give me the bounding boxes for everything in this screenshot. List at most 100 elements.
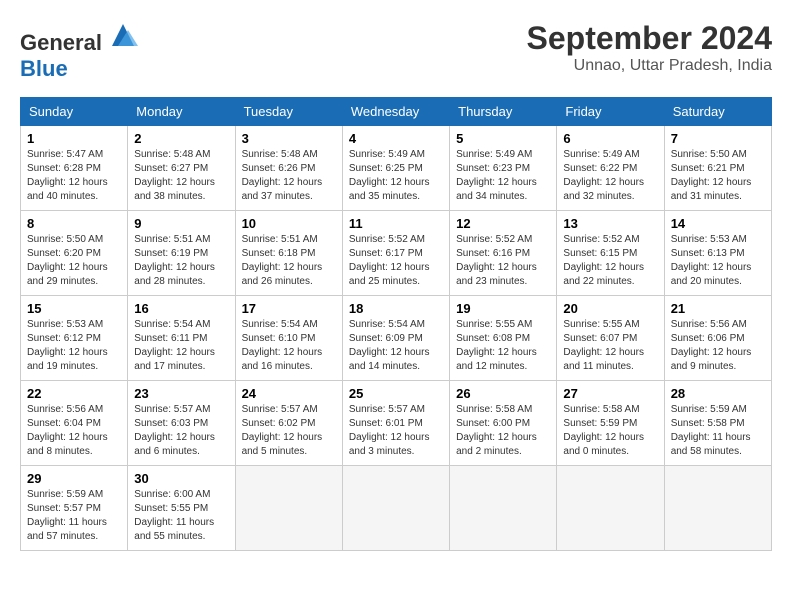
table-row xyxy=(450,466,557,551)
day-info: Sunrise: 5:59 AMSunset: 5:57 PMDaylight:… xyxy=(27,488,121,544)
table-row: 6Sunrise: 5:49 AMSunset: 6:22 PMDaylight… xyxy=(557,126,664,211)
table-row: 23Sunrise: 5:57 AMSunset: 6:03 PMDayligh… xyxy=(128,381,235,466)
table-row: 20Sunrise: 5:55 AMSunset: 6:07 PMDayligh… xyxy=(557,296,664,381)
day-number: 30 xyxy=(134,471,228,486)
day-number: 22 xyxy=(27,386,121,401)
day-number: 25 xyxy=(349,386,443,401)
day-info: Sunrise: 5:50 AMSunset: 6:20 PMDaylight:… xyxy=(27,233,121,289)
logo-blue: Blue xyxy=(20,56,68,81)
day-info: Sunrise: 5:58 AMSunset: 6:00 PMDaylight:… xyxy=(456,403,550,459)
day-info: Sunrise: 5:56 AMSunset: 6:06 PMDaylight:… xyxy=(671,318,765,374)
day-number: 28 xyxy=(671,386,765,401)
logo-icon xyxy=(108,20,138,50)
col-saturday: Saturday xyxy=(664,98,771,126)
calendar-table: Sunday Monday Tuesday Wednesday Thursday… xyxy=(20,97,772,551)
table-row: 25 Sunrise: 5:57 AMSunset: 6:01 PMDayligh… xyxy=(342,381,449,466)
day-info: Sunrise: 5:47 AMSunset: 6:28 PMDaylight:… xyxy=(27,148,121,204)
day-info: Sunrise: 5:53 AMSunset: 6:13 PMDaylight:… xyxy=(671,233,765,289)
table-row xyxy=(342,466,449,551)
day-number: 10 xyxy=(242,216,336,231)
day-info: Sunrise: 5:53 AMSunset: 6:12 PMDaylight:… xyxy=(27,318,121,374)
table-row: 29 Sunrise: 5:59 AMSunset: 5:57 PMDayligh… xyxy=(21,466,128,551)
table-row: 16 Sunrise: 5:54 AMSunset: 6:11 PMDayligh… xyxy=(128,296,235,381)
location-subtitle: Unnao, Uttar Pradesh, India xyxy=(527,57,772,75)
table-row: 22Sunrise: 5:56 AMSunset: 6:04 PMDayligh… xyxy=(21,381,128,466)
day-number: 24 xyxy=(242,386,336,401)
day-info: Sunrise: 5:52 AMSunset: 6:16 PMDaylight:… xyxy=(456,233,550,289)
table-row: 21 Sunrise: 5:56 AMSunset: 6:06 PMDayligh… xyxy=(664,296,771,381)
day-info: Sunrise: 5:54 AMSunset: 6:10 PMDaylight:… xyxy=(242,318,336,374)
calendar-week-row: 15 Sunrise: 5:53 AMSunset: 6:12 PMDayligh… xyxy=(21,296,772,381)
day-info: Sunrise: 5:50 AMSunset: 6:21 PMDaylight:… xyxy=(671,148,765,204)
logo-general: General xyxy=(20,30,102,55)
day-number: 12 xyxy=(456,216,550,231)
table-row: 7 Sunrise: 5:50 AMSunset: 6:21 PMDaylight… xyxy=(664,126,771,211)
day-info: Sunrise: 5:48 AMSunset: 6:26 PMDaylight:… xyxy=(242,148,336,204)
day-info: Sunrise: 5:51 AMSunset: 6:19 PMDaylight:… xyxy=(134,233,228,289)
day-number: 11 xyxy=(349,216,443,231)
table-row xyxy=(664,466,771,551)
day-number: 21 xyxy=(671,301,765,316)
day-number: 6 xyxy=(563,131,657,146)
day-info: Sunrise: 5:49 AMSunset: 6:25 PMDaylight:… xyxy=(349,148,443,204)
day-info: Sunrise: 5:52 AMSunset: 6:15 PMDaylight:… xyxy=(563,233,657,289)
day-number: 27 xyxy=(563,386,657,401)
day-number: 18 xyxy=(349,301,443,316)
day-info: Sunrise: 5:58 AMSunset: 5:59 PMDaylight:… xyxy=(563,403,657,459)
table-row: 2Sunrise: 5:48 AMSunset: 6:27 PMDaylight… xyxy=(128,126,235,211)
day-info: Sunrise: 5:54 AMSunset: 6:09 PMDaylight:… xyxy=(349,318,443,374)
day-number: 4 xyxy=(349,131,443,146)
calendar-week-row: 29 Sunrise: 5:59 AMSunset: 5:57 PMDayligh… xyxy=(21,466,772,551)
table-row: 8 Sunrise: 5:50 AMSunset: 6:20 PMDaylight… xyxy=(21,211,128,296)
day-info: Sunrise: 5:49 AMSunset: 6:23 PMDaylight:… xyxy=(456,148,550,204)
table-row xyxy=(557,466,664,551)
col-monday: Monday xyxy=(128,98,235,126)
day-info: Sunrise: 5:54 AMSunset: 6:11 PMDaylight:… xyxy=(134,318,228,374)
table-row: 9 Sunrise: 5:51 AMSunset: 6:19 PMDaylight… xyxy=(128,211,235,296)
table-row: 13 Sunrise: 5:52 AMSunset: 6:15 PMDayligh… xyxy=(557,211,664,296)
table-row: 1Sunrise: 5:47 AMSunset: 6:28 PMDaylight… xyxy=(21,126,128,211)
month-year-title: September 2024 xyxy=(527,20,772,57)
col-tuesday: Tuesday xyxy=(235,98,342,126)
calendar-week-row: 22Sunrise: 5:56 AMSunset: 6:04 PMDayligh… xyxy=(21,381,772,466)
table-row: 24 Sunrise: 5:57 AMSunset: 6:02 PMDayligh… xyxy=(235,381,342,466)
day-number: 29 xyxy=(27,471,121,486)
day-number: 5 xyxy=(456,131,550,146)
table-row: 4 Sunrise: 5:49 AMSunset: 6:25 PMDaylight… xyxy=(342,126,449,211)
col-friday: Friday xyxy=(557,98,664,126)
day-number: 7 xyxy=(671,131,765,146)
day-number: 13 xyxy=(563,216,657,231)
day-number: 14 xyxy=(671,216,765,231)
logo: General Blue xyxy=(20,20,138,82)
page-header: General Blue September 2024 Unnao, Uttar… xyxy=(20,20,772,82)
calendar-week-row: 1Sunrise: 5:47 AMSunset: 6:28 PMDaylight… xyxy=(21,126,772,211)
title-block: September 2024 Unnao, Uttar Pradesh, Ind… xyxy=(527,20,772,75)
col-wednesday: Wednesday xyxy=(342,98,449,126)
calendar-week-row: 8 Sunrise: 5:50 AMSunset: 6:20 PMDaylight… xyxy=(21,211,772,296)
day-number: 26 xyxy=(456,386,550,401)
day-info: Sunrise: 5:52 AMSunset: 6:17 PMDaylight:… xyxy=(349,233,443,289)
day-number: 16 xyxy=(134,301,228,316)
table-row: 5 Sunrise: 5:49 AMSunset: 6:23 PMDaylight… xyxy=(450,126,557,211)
day-info: Sunrise: 5:55 AMSunset: 6:07 PMDaylight:… xyxy=(563,318,657,374)
day-info: Sunrise: 5:57 AMSunset: 6:01 PMDaylight:… xyxy=(349,403,443,459)
table-row: 26 Sunrise: 5:58 AMSunset: 6:00 PMDayligh… xyxy=(450,381,557,466)
day-number: 15 xyxy=(27,301,121,316)
day-number: 3 xyxy=(242,131,336,146)
table-row: 17Sunrise: 5:54 AMSunset: 6:10 PMDayligh… xyxy=(235,296,342,381)
table-row: 10Sunrise: 5:51 AMSunset: 6:18 PMDayligh… xyxy=(235,211,342,296)
day-number: 23 xyxy=(134,386,228,401)
table-row: 18 Sunrise: 5:54 AMSunset: 6:09 PMDayligh… xyxy=(342,296,449,381)
day-info: Sunrise: 5:57 AMSunset: 6:02 PMDaylight:… xyxy=(242,403,336,459)
day-number: 2 xyxy=(134,131,228,146)
day-info: Sunrise: 5:59 AMSunset: 5:58 PMDaylight:… xyxy=(671,403,765,459)
col-thursday: Thursday xyxy=(450,98,557,126)
day-info: Sunrise: 6:00 AMSunset: 5:55 PMDaylight:… xyxy=(134,488,228,544)
day-number: 8 xyxy=(27,216,121,231)
day-number: 9 xyxy=(134,216,228,231)
table-row: 11 Sunrise: 5:52 AMSunset: 6:17 PMDayligh… xyxy=(342,211,449,296)
table-row: 27 Sunrise: 5:58 AMSunset: 5:59 PMDayligh… xyxy=(557,381,664,466)
table-row xyxy=(235,466,342,551)
table-row: 19Sunrise: 5:55 AMSunset: 6:08 PMDayligh… xyxy=(450,296,557,381)
calendar-header-row: Sunday Monday Tuesday Wednesday Thursday… xyxy=(21,98,772,126)
